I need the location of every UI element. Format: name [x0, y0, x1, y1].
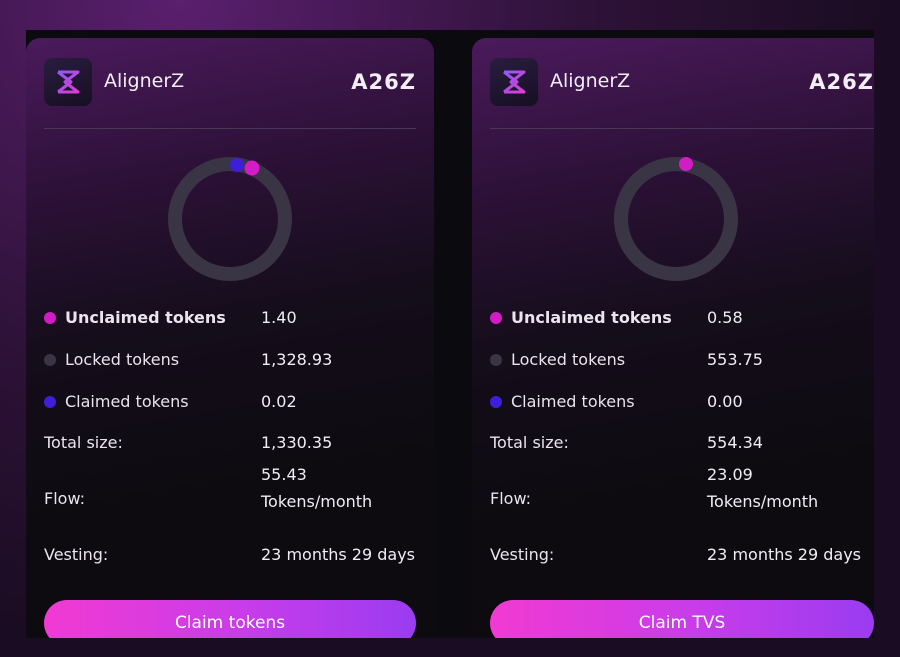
total-label: Total size:	[44, 433, 123, 452]
token-ticker: A26Z	[351, 70, 416, 94]
vesting-value: 23 months 29 days	[707, 545, 862, 564]
token-donut-chart	[168, 157, 292, 281]
flow-label: Flow:	[44, 489, 86, 508]
brand-name: AlignerZ	[550, 70, 631, 92]
locked-dot-icon	[490, 354, 502, 366]
unclaimed-row: Unclaimed tokens 1.40	[44, 308, 424, 348]
vesting-label: Vesting:	[490, 545, 555, 564]
flow-label: Flow:	[490, 489, 532, 508]
unclaimed-label: Unclaimed tokens	[65, 308, 226, 327]
locked-label: Locked tokens	[511, 350, 626, 369]
locked-row: Locked tokens 1,328.93	[44, 350, 424, 390]
claimed-row: Claimed tokens 0.00	[490, 392, 874, 432]
unclaimed-value: 1.40	[261, 308, 297, 327]
flow-unit: Tokens/month	[261, 492, 373, 511]
locked-dot-icon	[44, 354, 56, 366]
claimed-row: Claimed tokens 0.02	[44, 392, 424, 432]
app-frame: AlignerZ A26Z Unclaimed tokens 1.40 Lock…	[26, 30, 874, 638]
alignerz-logo-icon	[490, 58, 538, 106]
unclaimed-dot-icon	[490, 312, 502, 324]
locked-value: 553.75	[707, 350, 763, 369]
unclaimed-marker	[679, 157, 693, 171]
total-value: 1,330.35	[261, 433, 333, 452]
flow-unit: Tokens/month	[707, 492, 819, 511]
unclaimed-row: Unclaimed tokens 0.58	[490, 308, 874, 348]
total-label: Total size:	[490, 433, 569, 452]
unclaimed-label: Unclaimed tokens	[511, 308, 672, 327]
total-value: 554.34	[707, 433, 763, 452]
flow-value: 23.09	[707, 465, 753, 484]
vesting-card: AlignerZ A26Z Unclaimed tokens 0.58 Lock…	[472, 38, 874, 638]
claimed-value: 0.00	[707, 392, 743, 411]
locked-value: 1,328.93	[261, 350, 333, 369]
card-header: AlignerZ A26Z	[490, 58, 874, 110]
locked-label: Locked tokens	[65, 350, 180, 369]
vesting-card: AlignerZ A26Z Unclaimed tokens 1.40 Lock…	[26, 38, 434, 638]
flow-value: 55.43	[261, 465, 307, 484]
claim-tvs-button[interactable]: Claim TVS	[490, 600, 874, 638]
vesting-row: Vesting: 23 months 29 days	[490, 545, 874, 585]
claimed-label: Claimed tokens	[511, 392, 635, 411]
divider	[44, 128, 416, 129]
card-header: AlignerZ A26Z	[44, 58, 416, 110]
flow-row: Flow: 55.43 Tokens/month	[44, 465, 424, 529]
locked-arc	[168, 157, 292, 281]
unclaimed-value: 0.58	[707, 308, 743, 327]
alignerz-logo-icon	[44, 58, 92, 106]
brand-name: AlignerZ	[104, 70, 185, 92]
unclaimed-marker	[244, 160, 260, 176]
vesting-row: Vesting: 23 months 29 days	[44, 545, 424, 585]
locked-row: Locked tokens 553.75	[490, 350, 874, 390]
claimed-value: 0.02	[261, 392, 297, 411]
claim-tokens-button[interactable]: Claim tokens	[44, 600, 416, 638]
claimed-dot-icon	[490, 396, 502, 408]
locked-arc	[614, 157, 738, 281]
unclaimed-dot-icon	[44, 312, 56, 324]
token-ticker: A26Z	[809, 70, 874, 94]
claimed-marker	[230, 158, 244, 172]
divider	[490, 128, 874, 129]
flow-row: Flow: 23.09 Tokens/month	[490, 465, 874, 529]
claimed-label: Claimed tokens	[65, 392, 189, 411]
claimed-dot-icon	[44, 396, 56, 408]
token-donut-chart	[614, 157, 738, 281]
vesting-value: 23 months 29 days	[261, 545, 416, 564]
vesting-label: Vesting:	[44, 545, 109, 564]
